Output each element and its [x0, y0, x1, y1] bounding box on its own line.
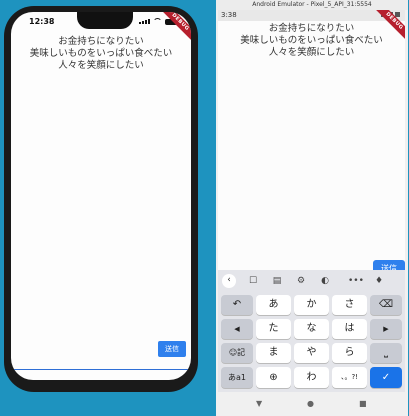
message-input[interactable]: [14, 369, 188, 370]
message-list: お金持ちになりたい 美味しいものをいっぱい食べたい 人々を笑顔にしたい: [11, 36, 191, 72]
key-ha[interactable]: は: [332, 319, 367, 339]
key-ka[interactable]: か: [294, 295, 329, 315]
sticker-icon[interactable]: ☐: [246, 274, 260, 288]
message-item: 人々を笑顔にしたい: [58, 60, 144, 71]
keyboard-toolbar: ‹ ☐ ▤ ⚙ ◐ ••• ♦: [218, 270, 405, 292]
key-a[interactable]: あ: [256, 295, 291, 315]
key-sa[interactable]: さ: [332, 295, 367, 315]
key-na[interactable]: な: [294, 319, 329, 339]
message-item: お金持ちになりたい: [268, 23, 355, 34]
gear-icon[interactable]: ⚙: [294, 274, 308, 288]
nav-back-icon[interactable]: ▼: [256, 399, 262, 408]
send-button[interactable]: 送信: [158, 341, 186, 357]
cursor-right-key[interactable]: ▶: [370, 319, 402, 339]
delete-key[interactable]: ⌫: [370, 295, 402, 315]
key-wa[interactable]: わ: [294, 367, 329, 388]
message-item: お金持ちになりたい: [58, 36, 144, 47]
emulator-title: Android Emulator - Pixel_5_API_31:5554: [216, 0, 408, 10]
message-item: 美味しいものをいっぱい食べたい: [240, 35, 383, 46]
message-list: お金持ちになりたい 美味しいものをいっぱい食べたい 人々を笑顔にしたい: [218, 23, 405, 59]
input-mode-key[interactable]: あa1: [221, 367, 253, 388]
nav-recents-icon[interactable]: ■: [359, 399, 367, 408]
ios-status-time: 12:38: [29, 17, 55, 26]
key-ra[interactable]: ら: [332, 343, 367, 363]
key-punctuation[interactable]: 、。?!: [332, 367, 367, 388]
signal-icon: [139, 19, 150, 24]
message-item: 美味しいものをいっぱい食べたい: [29, 48, 173, 59]
mic-icon[interactable]: ♦: [372, 274, 386, 288]
android-nav-bar: ▼ ● ■: [218, 392, 405, 414]
more-icon[interactable]: •••: [348, 274, 364, 288]
debug-banner: DEBUG: [155, 12, 191, 44]
palette-icon[interactable]: ◐: [318, 274, 332, 288]
message-item: 人々を笑顔にしたい: [268, 47, 355, 58]
nav-home-icon[interactable]: ●: [307, 399, 314, 408]
iphone-screen: 12:38 DEBUG お金持ちになりたい 美味しいものをいっぱい食べたい 人々…: [11, 12, 191, 380]
cursor-left-key[interactable]: ◀: [221, 319, 253, 339]
emoji-key[interactable]: ☺記: [221, 343, 253, 363]
space-key[interactable]: ⎵: [370, 343, 402, 363]
android-status-time: 3:38: [221, 11, 237, 19]
undo-key[interactable]: ↶: [221, 295, 253, 315]
key-ta[interactable]: た: [256, 319, 291, 339]
notch: [77, 12, 133, 29]
key-ya[interactable]: や: [294, 343, 329, 363]
clipboard-icon[interactable]: ▤: [270, 274, 284, 288]
key-ma[interactable]: ま: [256, 343, 291, 363]
enter-key[interactable]: ✓: [370, 367, 402, 388]
japanese-keyboard: ‹ ☐ ▤ ⚙ ◐ ••• ♦ ↶ あ か さ ⌫ ◀ た な は ▶ ☺記 ま…: [218, 270, 405, 392]
back-icon[interactable]: ‹: [222, 274, 236, 288]
globe-icon[interactable]: ⊕: [256, 367, 291, 388]
